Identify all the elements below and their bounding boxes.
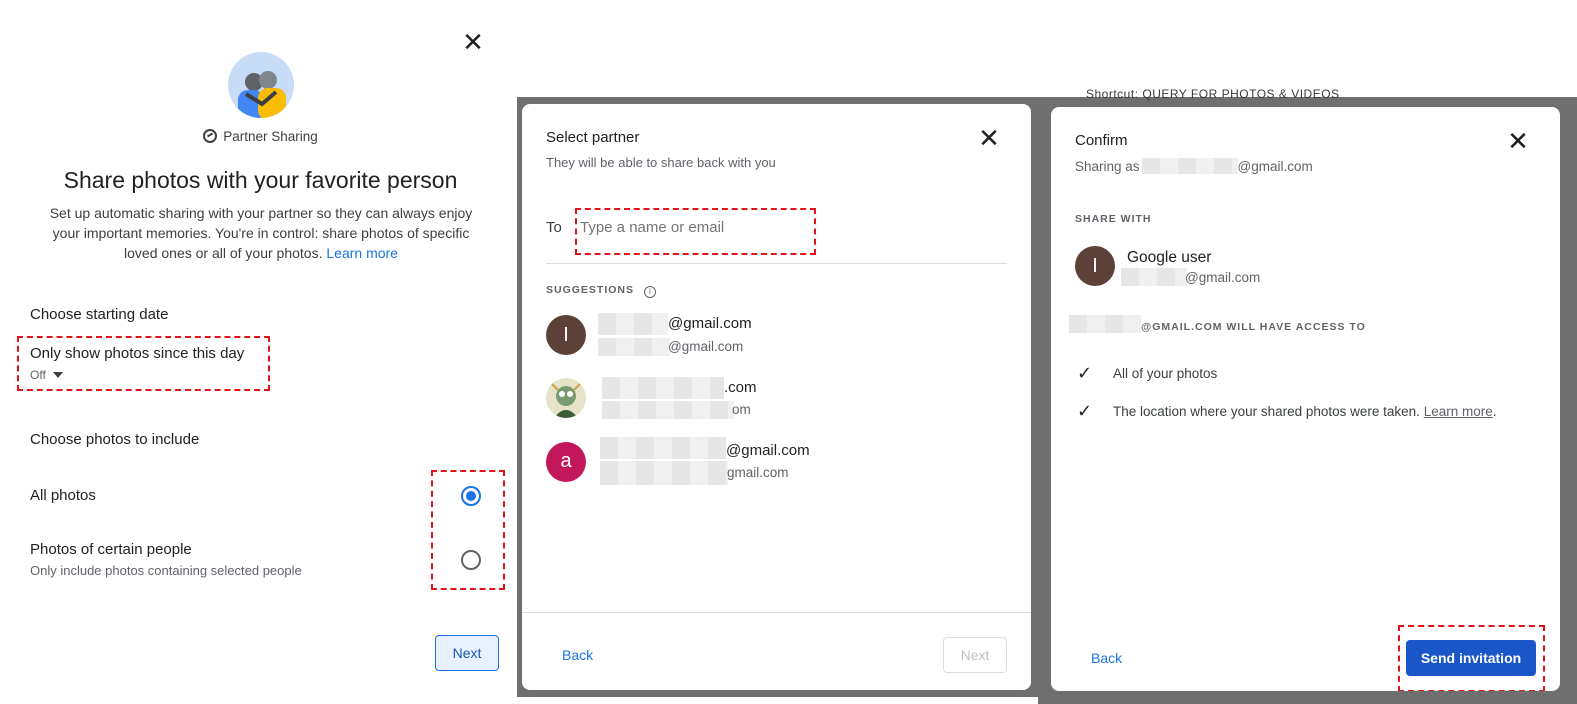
learn-more-link[interactable]: Learn more [326, 245, 398, 261]
check-icon: ✓ [1077, 401, 1093, 422]
select-partner-subtitle: They will be able to share back with you [546, 155, 776, 170]
sharing-as-prefix: Sharing as [1075, 159, 1140, 174]
next-button[interactable]: Next [435, 635, 499, 671]
redacted-name [602, 377, 724, 399]
period-mark: . [1492, 404, 1497, 419]
redacted-email [600, 461, 728, 485]
highlight-send-button [1398, 625, 1545, 691]
suggestion-item[interactable]: .com om [522, 374, 1031, 434]
close-icon[interactable]: ✕ [461, 30, 485, 56]
recipient-avatar: I [1075, 246, 1115, 286]
input-divider [546, 263, 1007, 264]
share-with-label: SHARE WITH [1075, 213, 1152, 225]
close-icon[interactable]: ✕ [1506, 129, 1530, 155]
redacted-email [602, 401, 734, 419]
redacted-email [1121, 268, 1187, 286]
redacted-name [598, 313, 668, 335]
sharing-as-suffix: @gmail.com [1237, 159, 1313, 174]
check-icon: ✓ [1077, 363, 1093, 384]
suggestion-name: .com [724, 379, 757, 396]
option-certain-people-sub: Only include photos containing selected … [30, 563, 302, 578]
access-label: @GMAIL.COM WILL HAVE ACCESS TO [1141, 321, 1366, 333]
info-icon[interactable]: i [643, 286, 656, 298]
highlight-radio-group [431, 470, 505, 590]
confirm-dialog: Confirm ✕ Sharing as @gmail.com SHARE WIT… [1051, 107, 1560, 691]
back-button[interactable]: Back [562, 647, 593, 663]
avatar [546, 378, 586, 418]
partner-sharing-dialog: ✕ Partner Sharing Share photos with your… [6, 9, 515, 687]
suggestion-item[interactable]: I @gmail.com @gmail.com [522, 309, 1031, 369]
access-learn-more-link[interactable]: Learn more [1424, 404, 1493, 419]
next-button[interactable]: Next [943, 637, 1007, 673]
photos-section-title: Choose photos to include [30, 431, 200, 448]
select-partner-title: Select partner [546, 129, 640, 146]
suggestion-name: @gmail.com [668, 315, 752, 332]
dialog-description: Set up automatic sharing with your partn… [40, 203, 482, 263]
recipient-email: @gmail.com [1185, 270, 1261, 285]
to-label: To [546, 219, 562, 236]
close-icon[interactable]: ✕ [977, 126, 1001, 152]
highlight-date-option [17, 336, 270, 391]
redacted-email [1141, 158, 1238, 174]
select-partner-dialog: Select partner They will be able to shar… [522, 104, 1031, 690]
description-text: Set up automatic sharing with your partn… [49, 205, 473, 261]
backdrop-text: Shortcut: QUERY FOR PHOTOS & VIDEOS [1086, 87, 1340, 101]
back-button[interactable]: Back [1091, 650, 1122, 666]
recipient-name: Google user [1127, 249, 1212, 266]
suggestion-item[interactable]: a @gmail.com gmail.com [522, 437, 1031, 497]
access-item-location-text: The location where your shared photos we… [1113, 404, 1420, 419]
avatar: I [546, 315, 586, 355]
suggestion-name: @gmail.com [726, 442, 810, 459]
redacted-email [1069, 315, 1141, 333]
sharing-as: Sharing as @gmail.com [1075, 158, 1313, 174]
avatar: a [546, 442, 586, 482]
access-item-location: The location where your shared photos we… [1113, 404, 1497, 419]
suggestions-label-text: SUGGESTIONS [546, 284, 635, 296]
suggestion-email: gmail.com [727, 465, 789, 480]
partner-sharing-icon [203, 129, 218, 143]
brand-label: Partner Sharing [223, 129, 318, 144]
redacted-email [598, 338, 670, 356]
suggestion-email: om [732, 402, 751, 417]
option-all-photos[interactable]: All photos [30, 487, 96, 504]
option-certain-people[interactable]: Photos of certain people [30, 541, 192, 558]
suggestions-label: SUGGESTIONS i [546, 284, 656, 298]
access-item-photos: All of your photos [1113, 366, 1218, 381]
brand-row: Partner Sharing [6, 129, 515, 144]
dialog-title: Share photos with your favorite person [63, 167, 458, 193]
date-section-title: Choose starting date [30, 306, 169, 323]
redacted-name [600, 437, 726, 459]
highlight-recipient-input [575, 208, 816, 255]
partner-illustration [228, 52, 294, 118]
suggestion-email: @gmail.com [668, 339, 744, 354]
footer-divider [522, 612, 1031, 613]
confirm-title: Confirm [1075, 132, 1128, 149]
